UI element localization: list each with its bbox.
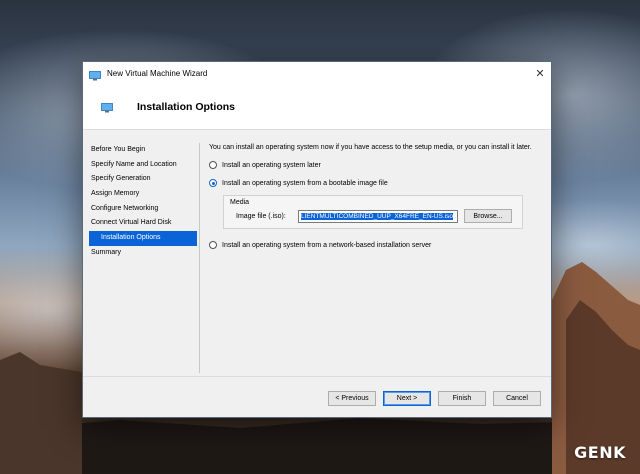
option-label: Install an operating system from a boota…	[222, 179, 388, 187]
option-install-later[interactable]: Install an operating system later	[209, 159, 539, 171]
nav-item-installation-options[interactable]: Installation Options	[89, 231, 197, 246]
close-button[interactable]: ✕	[529, 62, 551, 84]
previous-button[interactable]: < Previous	[328, 391, 376, 406]
nav-item-summary[interactable]: Summary	[89, 246, 197, 261]
browse-button[interactable]: Browse...	[464, 209, 512, 223]
wizard-steps-nav: Before You Begin Specify Name and Locati…	[89, 143, 197, 261]
radio-bootable-image[interactable]	[209, 179, 217, 187]
cancel-button[interactable]: Cancel	[493, 391, 541, 406]
next-button[interactable]: Next >	[383, 391, 431, 406]
genk-watermark-logo: GENK	[574, 443, 626, 462]
nav-item-before-you-begin[interactable]: Before You Begin	[89, 143, 197, 158]
window-title: New Virtual Machine Wizard	[107, 68, 208, 78]
wizard-header: Installation Options	[83, 84, 551, 130]
nav-item-specify-name-location[interactable]: Specify Name and Location	[89, 158, 197, 173]
radio-install-later[interactable]	[209, 161, 217, 169]
option-label: Install an operating system later	[222, 161, 321, 169]
option-bootable-image[interactable]: Install an operating system from a boota…	[209, 177, 539, 189]
footer-divider	[83, 376, 551, 377]
wizard-footer: < Previous Next > Finish Cancel	[321, 391, 541, 406]
nav-item-configure-networking[interactable]: Configure Networking	[89, 202, 197, 217]
options-panel: You can install an operating system now …	[209, 143, 539, 257]
nav-divider	[199, 143, 200, 373]
radio-network-server[interactable]	[209, 241, 217, 249]
wizard-window: New Virtual Machine Wizard ✕ Installatio…	[82, 61, 552, 418]
media-group-label: Media	[230, 199, 250, 206]
nav-item-assign-memory[interactable]: Assign Memory	[89, 187, 197, 202]
title-bar[interactable]: New Virtual Machine Wizard ✕	[83, 62, 551, 84]
option-label: Install an operating system from a netwo…	[222, 241, 432, 249]
nav-item-specify-generation[interactable]: Specify Generation	[89, 172, 197, 187]
intro-text: You can install an operating system now …	[209, 144, 532, 151]
image-file-input[interactable]: LIENTMULTICOMBINED_UUP_X64FRE_EN-US.iso	[298, 209, 458, 223]
nav-item-connect-virtual-hard-disk[interactable]: Connect Virtual Hard Disk	[89, 216, 197, 231]
image-file-label: Image file (.iso):	[236, 212, 286, 220]
page-title: Installation Options	[137, 100, 236, 113]
hyper-v-app-icon	[89, 68, 101, 81]
close-icon: ✕	[535, 67, 545, 80]
media-group: Media Image file (.iso): LIENTMULTICOMBI…	[223, 195, 523, 229]
wizard-body: Before You Begin Specify Name and Locati…	[83, 131, 551, 417]
monitor-icon	[101, 100, 113, 112]
option-network-server[interactable]: Install an operating system from a netwo…	[209, 239, 539, 251]
image-file-value: LIENTMULTICOMBINED_UUP_X64FRE_EN-US.iso	[301, 212, 453, 220]
finish-button[interactable]: Finish	[438, 391, 486, 406]
